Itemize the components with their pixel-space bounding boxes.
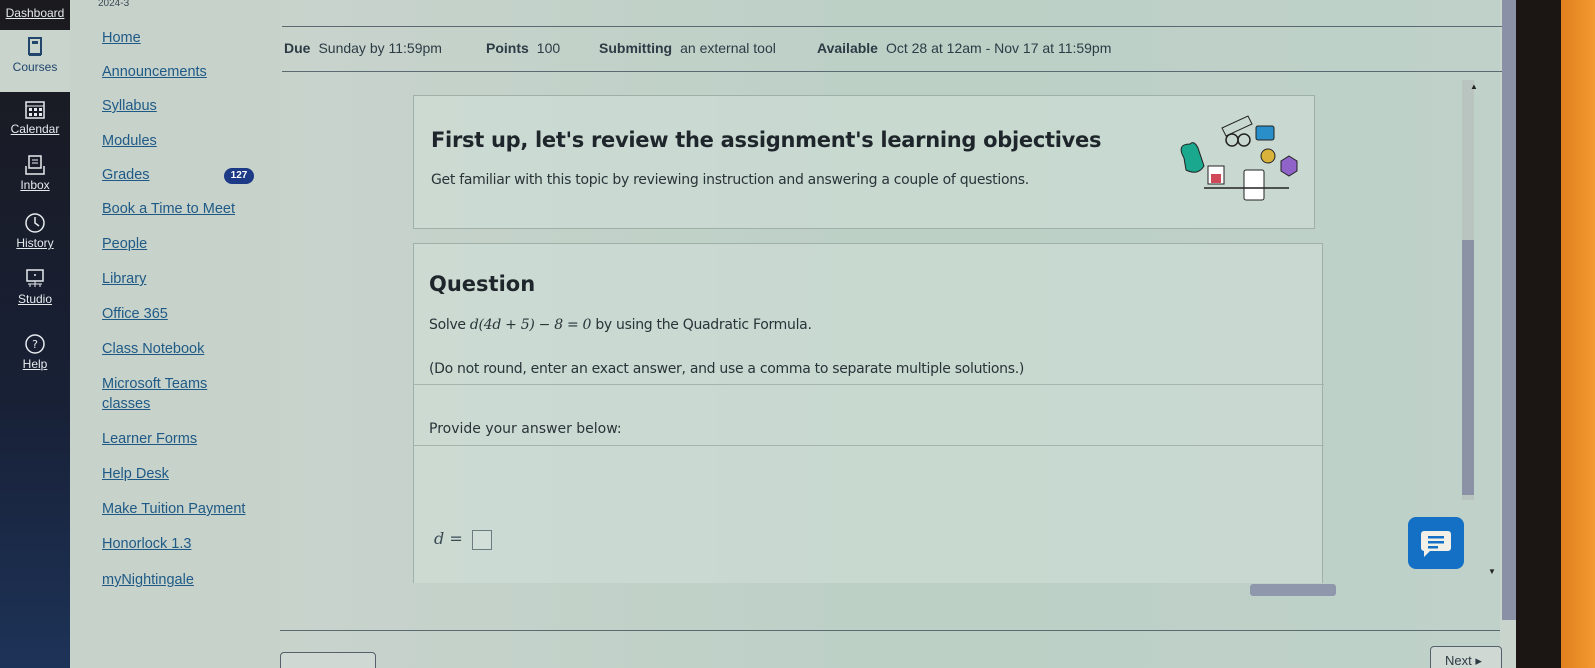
nav-courses[interactable]: Courses (0, 30, 70, 92)
background-surface (1561, 0, 1595, 668)
nav-studio[interactable]: Studio (0, 268, 70, 306)
answer-row: d = (434, 529, 492, 550)
svg-text:?: ? (32, 338, 38, 351)
due-value: Sunday by 11:59pm (318, 40, 442, 56)
course-nav-help-desk[interactable]: Help Desk (102, 466, 169, 482)
course-nav-syllabus[interactable]: Syllabus (102, 98, 157, 114)
inbox-icon (25, 155, 45, 175)
help-icon: ? (25, 334, 45, 354)
due-meta: Due Sunday by 11:59pm (284, 40, 442, 56)
global-nav: Dashboard Courses Calendar Inbox History… (0, 0, 70, 668)
points-label: Points (486, 40, 529, 56)
clock-icon (25, 213, 45, 233)
footer-rule (280, 630, 1500, 631)
question-text: Solve d(4d + 5) − 8 = 0 by using the Qua… (429, 317, 812, 333)
nav-dashboard[interactable]: Dashboard (0, 0, 70, 26)
course-nav-home[interactable]: Home (102, 30, 141, 46)
nav-history-label: History (16, 236, 54, 250)
horizontal-scroll-thumb[interactable] (1250, 584, 1336, 596)
points-value: 100 (536, 40, 561, 56)
previous-button[interactable] (280, 652, 376, 668)
nav-inbox[interactable]: Inbox (0, 154, 70, 192)
meta-bottom-rule (282, 71, 1502, 72)
nav-history[interactable]: History (0, 212, 70, 250)
calendar-icon (25, 101, 45, 119)
nav-help[interactable]: ? Help (0, 333, 70, 371)
nav-inbox-label: Inbox (20, 178, 50, 192)
course-nav-grades[interactable]: Grades (102, 167, 150, 183)
meta-top-rule (282, 26, 1502, 27)
nav-studio-label: Studio (17, 292, 53, 306)
course-nav-people[interactable]: People (102, 236, 147, 252)
grades-badge: 127 (224, 168, 254, 184)
course-nav-announcements[interactable]: Announcements (102, 64, 207, 80)
question-prefix: Solve (429, 317, 470, 333)
question-title: Question (429, 272, 536, 296)
nav-help-label: Help (22, 357, 48, 371)
submitting-value: an external tool (680, 40, 776, 56)
nav-calendar[interactable]: Calendar (0, 98, 70, 136)
question-note: (Do not round, enter an exact answer, an… (429, 361, 1025, 377)
submitting-label: Submitting (599, 40, 673, 56)
term-label: 2024-3 (98, 0, 130, 9)
course-nav-mynightingale[interactable]: myNightingale (102, 572, 194, 588)
course-nav-modules[interactable]: Modules (102, 133, 157, 149)
scroll-up-arrow-icon[interactable]: ▲ (1470, 82, 1478, 91)
scroll-down-arrow-icon[interactable]: ▼ (1488, 567, 1496, 576)
objectives-title: First up, let's review the assignment's … (431, 128, 1102, 152)
nav-calendar-label: Calendar (10, 122, 60, 136)
question-equation: d(4d + 5) − 8 = 0 (469, 317, 592, 333)
book-icon (28, 37, 42, 56)
divider (414, 445, 1324, 446)
page-scrollbar[interactable] (1502, 0, 1516, 620)
question-card: Question Solve d(4d + 5) − 8 = 0 by usin… (413, 243, 1324, 583)
due-label: Due (284, 40, 311, 56)
course-nav-tuition-payment[interactable]: Make Tuition Payment (102, 501, 245, 517)
studio-icon (26, 269, 44, 287)
question-suffix: by using the Quadratic Formula. (591, 317, 812, 333)
inner-scrollbar-thumb[interactable] (1462, 240, 1474, 495)
course-nav-microsoft-teams-classes[interactable]: classes (102, 396, 150, 412)
course-nav-learner-forms[interactable]: Learner Forms (102, 431, 197, 447)
divider (414, 384, 1324, 385)
learning-illustration-icon (1180, 115, 1298, 201)
chat-icon (1421, 531, 1451, 557)
submitting-meta: Submitting an external tool (599, 40, 776, 56)
next-button[interactable]: Next ▸ (1430, 646, 1502, 668)
nav-courses-label: Courses (12, 60, 58, 74)
course-nav: 2024-3 Home Announcements Syllabus Modul… (70, 0, 280, 668)
monitor-bezel (1516, 0, 1561, 668)
course-nav-honorlock[interactable]: Honorlock 1.3 (102, 536, 191, 552)
chat-button[interactable] (1408, 517, 1464, 569)
answer-label: d = (434, 529, 463, 548)
available-value: Oct 28 at 12am - Nov 17 at 11:59pm (885, 40, 1112, 56)
course-nav-microsoft-teams[interactable]: Microsoft Teams (102, 376, 207, 392)
course-nav-office-365[interactable]: Office 365 (102, 306, 168, 322)
objectives-card: First up, let's review the assignment's … (413, 95, 1315, 229)
nav-dashboard-label: Dashboard (5, 6, 65, 20)
points-meta: Points 100 (486, 40, 560, 56)
answer-prompt: Provide your answer below: (429, 421, 622, 437)
course-nav-library[interactable]: Library (102, 271, 146, 287)
course-nav-book-a-time[interactable]: Book a Time to Meet (102, 201, 235, 217)
objectives-subtitle: Get familiar with this topic by reviewin… (431, 172, 1029, 188)
answer-input[interactable] (471, 529, 492, 550)
available-label: Available (817, 40, 878, 56)
course-nav-class-notebook[interactable]: Class Notebook (102, 341, 204, 357)
available-meta: Available Oct 28 at 12am - Nov 17 at 11:5… (817, 40, 1111, 56)
